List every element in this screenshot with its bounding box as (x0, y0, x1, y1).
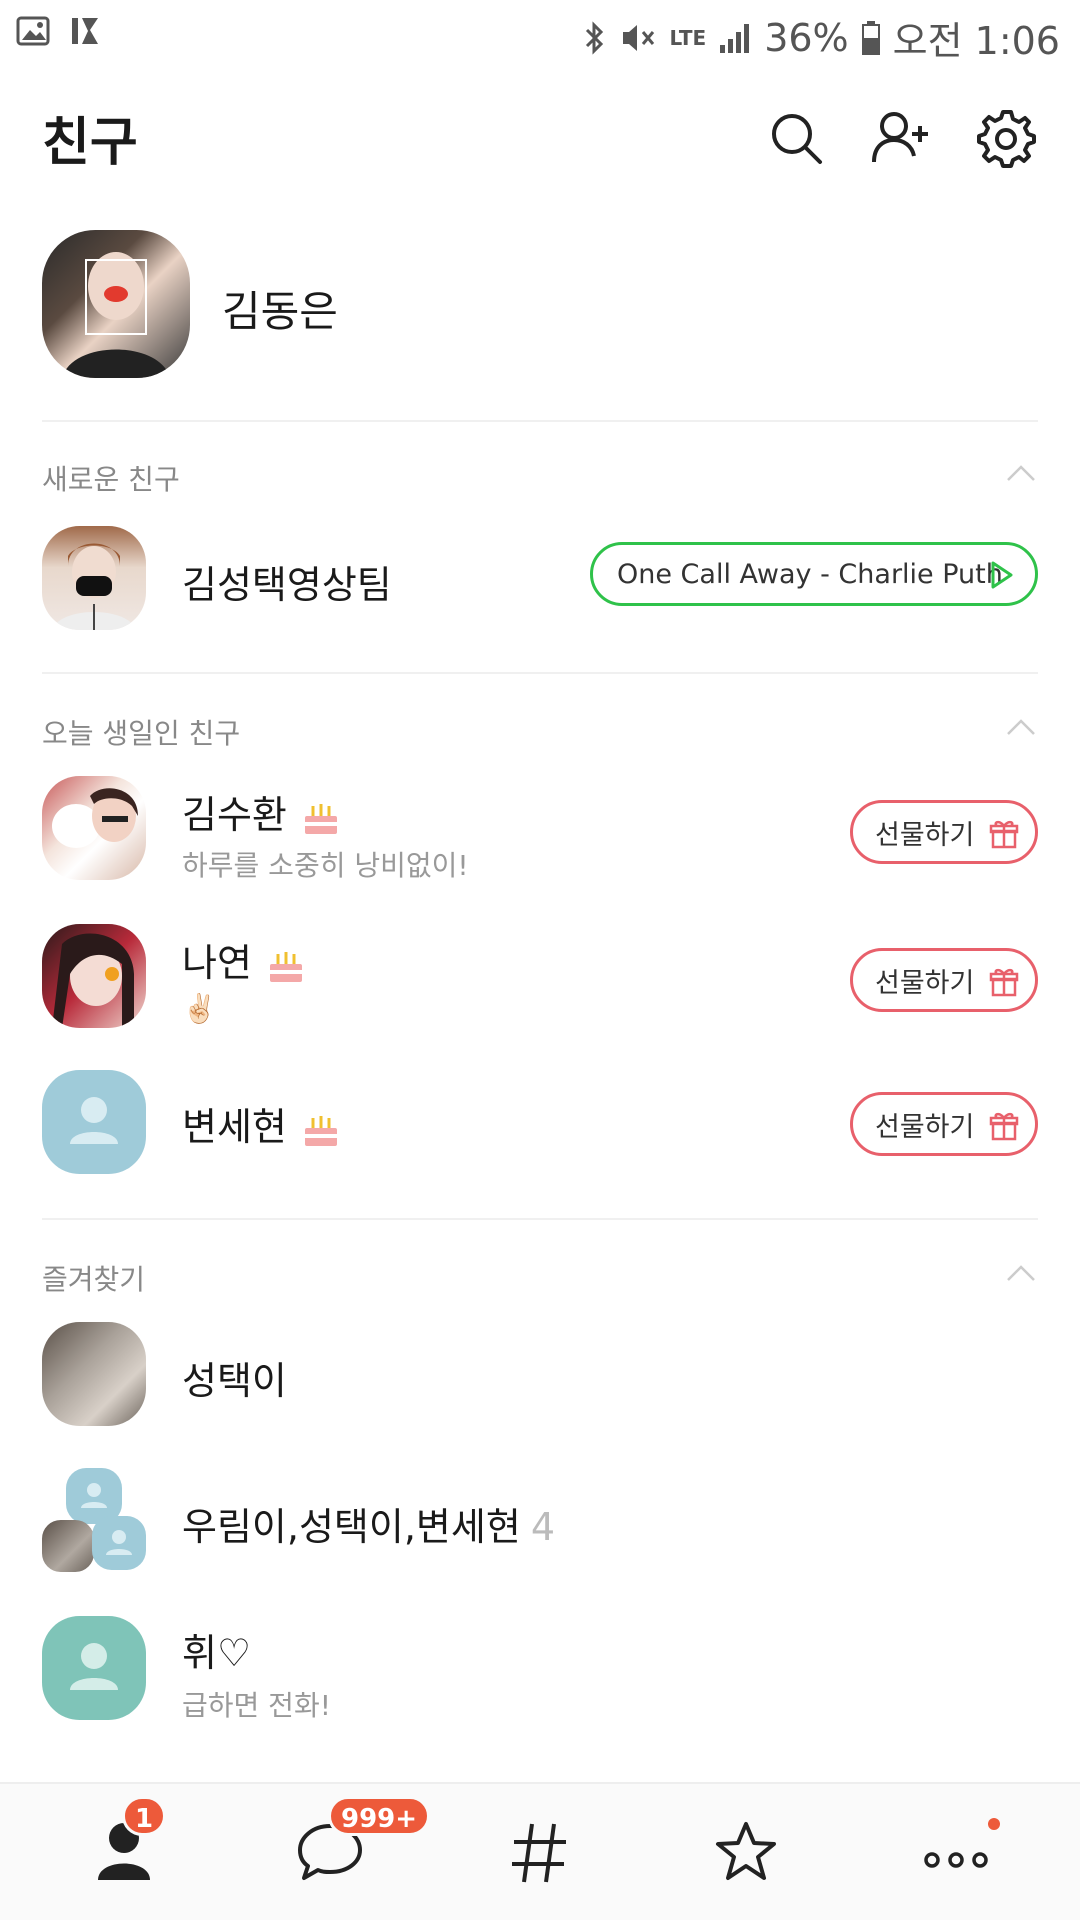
friend-name: 김성택영상팀 (182, 563, 392, 607)
my-avatar[interactable] (42, 230, 190, 378)
friend-status: 하루를 소중히 낭비없이! (182, 849, 469, 882)
friend-row[interactable]: 성택이 (42, 1322, 1038, 1432)
tab-friends[interactable]: 1 (84, 1796, 167, 1892)
group-name: 우림이,성택이,변세현 (182, 1505, 521, 1549)
avatar[interactable] (42, 1322, 146, 1426)
person-icon (70, 1097, 118, 1144)
avatar[interactable] (42, 776, 146, 880)
search-icon[interactable] (766, 108, 826, 168)
tab-hashtag[interactable] (500, 1812, 580, 1892)
friend-row[interactable]: 나연 ✌🏻 선물하기 (42, 924, 1038, 1034)
section-title: 즐겨찾기 (42, 1263, 146, 1296)
gallery-icon (16, 16, 50, 46)
person-icon (70, 1643, 118, 1690)
status-bar: LTE 36% 오전 1:06 (0, 0, 1080, 66)
friend-name: 김수환 (182, 793, 287, 837)
friends-badge: 1 (122, 1796, 167, 1836)
divider (42, 420, 1038, 422)
chevron-up-icon[interactable] (1004, 1256, 1038, 1290)
page-title: 친구 (42, 113, 138, 173)
divider (42, 672, 1038, 674)
app-notification-icon (72, 18, 98, 44)
music-title: One Call Away - Charlie Puth (617, 558, 1003, 590)
friend-name: 성택이 (182, 1359, 287, 1403)
avatar[interactable] (42, 526, 146, 630)
tab-star[interactable] (706, 1812, 786, 1892)
group-member-avatar (92, 1516, 146, 1570)
group-avatar[interactable] (42, 1468, 146, 1572)
avatar[interactable] (42, 924, 146, 1028)
gift-button[interactable]: 선물하기 (850, 1092, 1038, 1156)
default-avatar[interactable] (42, 1616, 146, 1720)
friend-status: 급하면 전화! (182, 1689, 331, 1722)
section-title: 오늘 생일인 친구 (42, 717, 241, 750)
friend-name: 휘♡ (182, 1631, 252, 1675)
battery-icon (861, 20, 880, 55)
battery-percent: 36% (764, 15, 849, 60)
section-favorites[interactable]: 즐겨찾기 (42, 1250, 1038, 1300)
person-icon (106, 1530, 132, 1555)
more-dots-icon (924, 1852, 988, 1868)
birthday-cake-icon (269, 951, 302, 982)
bottom-nav: 1 999+ (0, 1782, 1080, 1920)
new-indicator-dot (988, 1818, 1000, 1830)
gift-icon (989, 820, 1019, 849)
mute-icon (623, 24, 655, 51)
default-avatar[interactable] (42, 1070, 146, 1174)
friend-row[interactable]: 김성택영상팀 One Call Away - Charlie Puth (42, 526, 1038, 636)
header: 친구 (0, 90, 1080, 180)
friend-row[interactable]: 휘♡ 급하면 전화! (42, 1616, 1038, 1726)
tab-chats[interactable]: 999+ (290, 1796, 431, 1892)
gift-icon (989, 1112, 1019, 1141)
birthday-cake-icon (304, 1115, 337, 1146)
gear-icon[interactable] (976, 108, 1036, 168)
chats-badge: 999+ (328, 1796, 431, 1836)
friend-name-with-cake: 나연 (182, 932, 306, 987)
add-friend-icon[interactable] (870, 108, 930, 168)
gift-label: 선물하기 (875, 1111, 975, 1143)
friend-row[interactable]: 변세현 선물하기 (42, 1070, 1038, 1180)
group-name-line: 우림이,성택이,변세현 4 (182, 1496, 555, 1551)
birthday-cake-icon (304, 803, 337, 834)
bluetooth-icon (586, 20, 604, 55)
friend-row[interactable]: 김수환 하루를 소중히 낭비없이! 선물하기 (42, 776, 1038, 886)
my-profile[interactable]: 김동은 (42, 230, 1038, 380)
chevron-up-icon[interactable] (1004, 456, 1038, 490)
friend-name-with-cake: 김수환 (182, 784, 341, 839)
gift-button[interactable]: 선물하기 (850, 800, 1038, 864)
chevron-up-icon[interactable] (1004, 710, 1038, 744)
gift-button[interactable]: 선물하기 (850, 948, 1038, 1012)
section-new-friends[interactable]: 새로운 친구 (42, 450, 1038, 500)
group-row[interactable]: 우림이,성택이,변세현 4 (42, 1468, 1038, 1578)
star-icon (716, 1822, 776, 1880)
section-title: 새로운 친구 (42, 463, 180, 496)
signal-icon (720, 23, 750, 53)
group-member-avatar (42, 1520, 94, 1572)
divider (42, 1218, 1038, 1220)
friend-name-with-cake: 변세현 (182, 1096, 341, 1151)
gift-label: 선물하기 (875, 967, 975, 999)
hashtag-icon (512, 1823, 566, 1883)
section-birthday[interactable]: 오늘 생일인 친구 (42, 704, 1038, 754)
play-icon (991, 561, 1013, 589)
network-type: LTE (669, 25, 707, 50)
gift-label: 선물하기 (875, 819, 975, 851)
my-name: 김동은 (222, 287, 338, 336)
friend-name: 변세현 (182, 1105, 287, 1149)
friend-name: 나연 (182, 941, 252, 985)
tab-more[interactable] (916, 1812, 1000, 1892)
profile-music-button[interactable]: One Call Away - Charlie Puth (590, 542, 1038, 606)
clock: 오전 1:06 (892, 19, 1060, 63)
member-count: 4 (530, 1505, 555, 1549)
gift-icon (989, 968, 1019, 997)
friend-status: ✌🏻 (182, 992, 217, 1025)
